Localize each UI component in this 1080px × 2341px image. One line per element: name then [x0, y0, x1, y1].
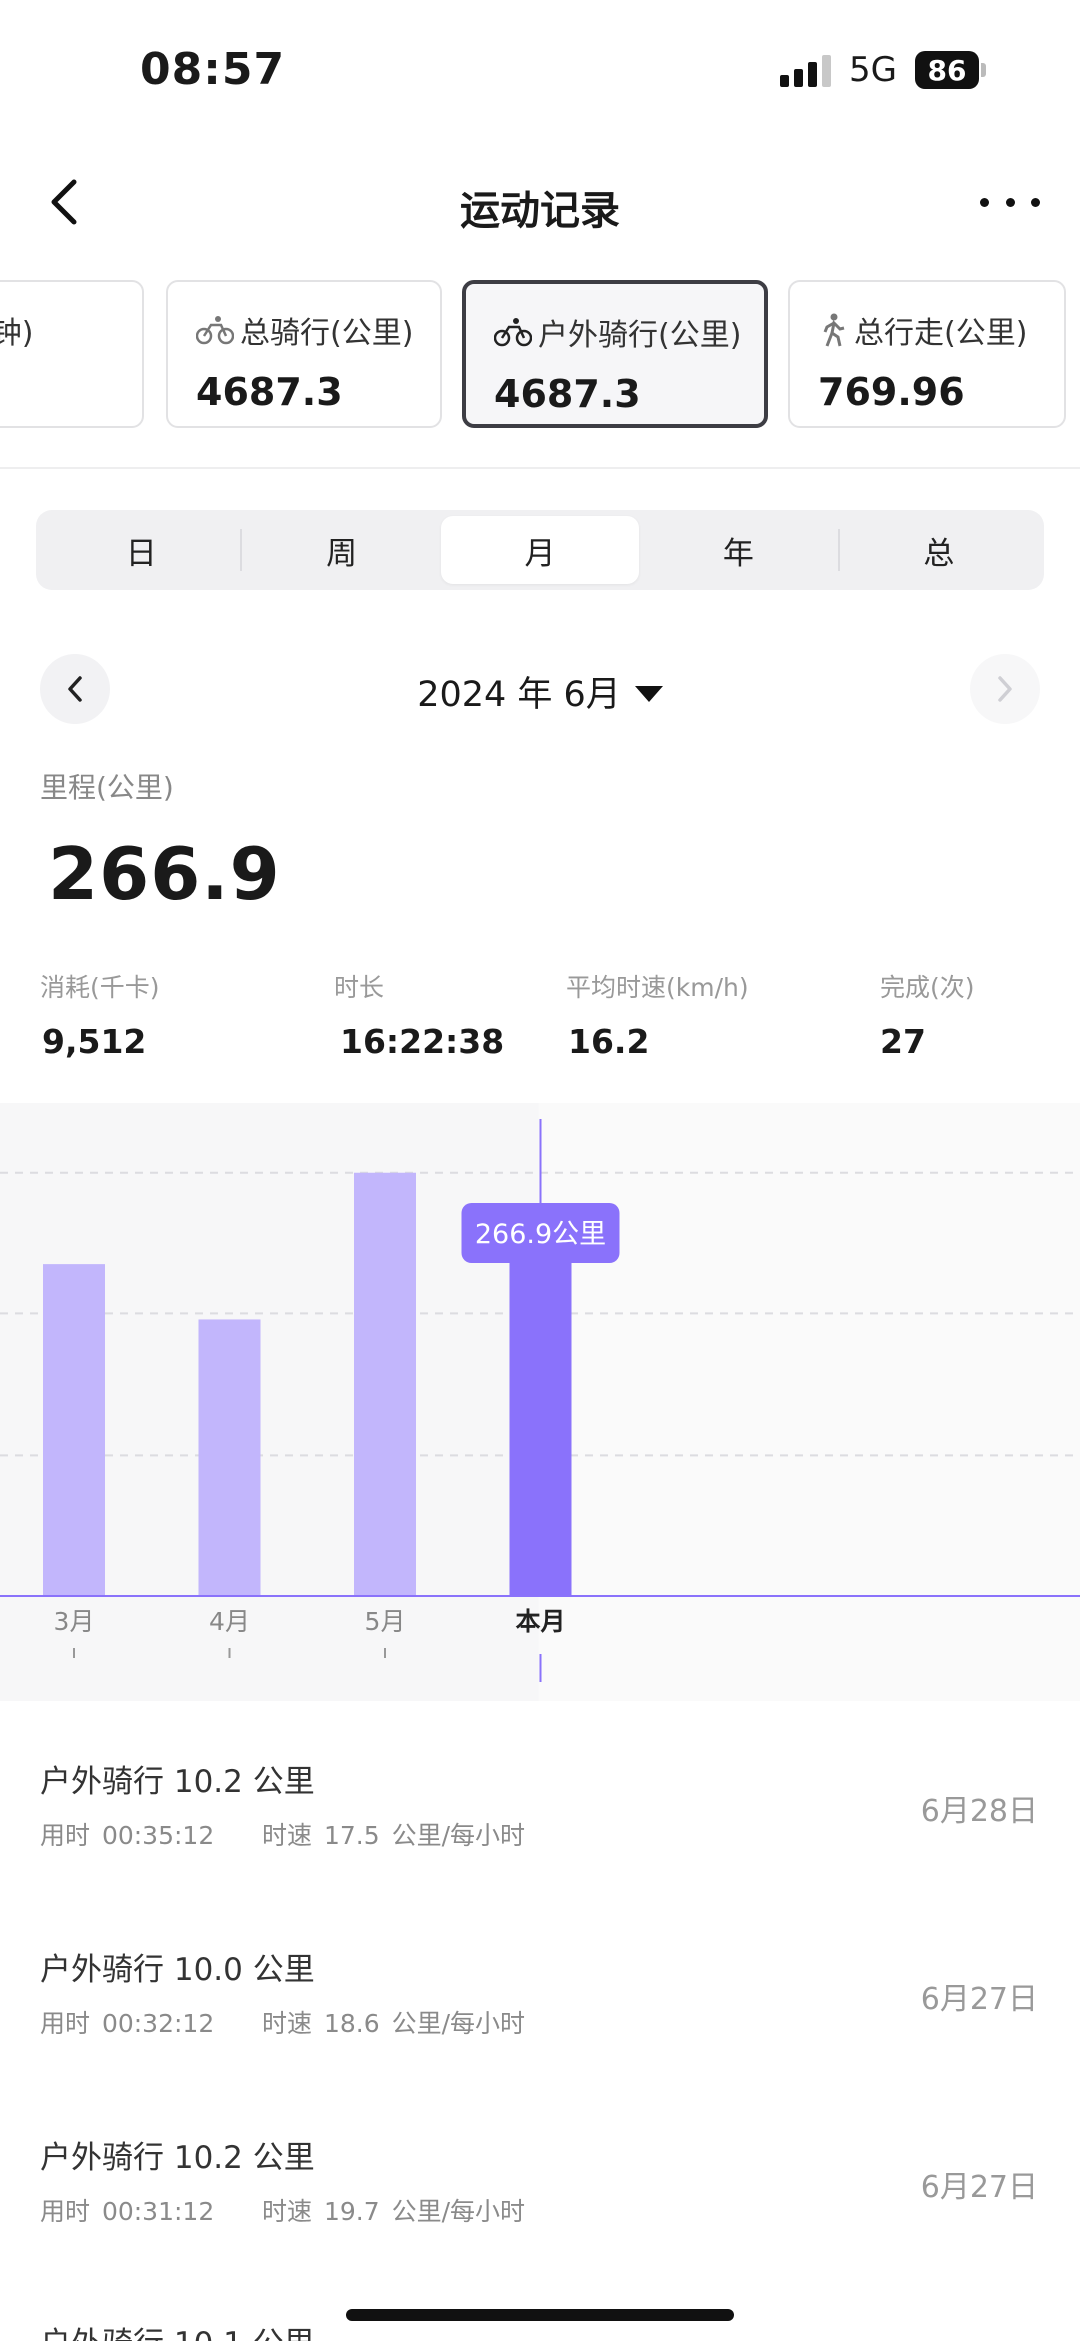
card-label: 户外骑行(公里): [538, 318, 742, 353]
card-value: 4687.3: [494, 372, 641, 416]
battery-level: 86: [915, 51, 979, 89]
summary-card-outdoor-ride[interactable]: 户外骑行(公里) 4687.3: [462, 280, 768, 428]
stat-value-completed: 27: [880, 1022, 926, 1061]
caret-down-icon: [634, 685, 663, 702]
status-time: 08:57: [140, 44, 286, 95]
chart-tick-label: 5月: [365, 1607, 406, 1636]
status-icons: 5G 86: [780, 50, 986, 90]
stat-label-avg-speed: 平均时速(km/h): [566, 973, 749, 1002]
record-date: 6月27日: [920, 2170, 1038, 2205]
stat-label-duration: 时长: [334, 973, 385, 1002]
page-title: 运动记录: [460, 188, 620, 234]
chevron-right-icon: [998, 676, 1012, 702]
card-value: 0: [0, 370, 142, 414]
home-indicator: [346, 2309, 734, 2321]
summary-card-total-walk[interactable]: 总行走(公里) 769.96: [788, 280, 1066, 428]
card-label: 总行走(公里): [854, 316, 1028, 351]
mileage-chart[interactable]: 3月 4月 5月 本月 266.9公里: [0, 1103, 1080, 1701]
more-dot-icon: [980, 197, 989, 207]
stat-label-completed: 完成(次): [880, 973, 975, 1002]
chart-future-area: [538, 1103, 1080, 1701]
walk-icon: [823, 313, 845, 347]
chart-bar: [509, 1252, 572, 1596]
chart-tick-label: 3月: [54, 1607, 95, 1636]
record-date: 6月27日: [920, 1982, 1038, 2017]
card-value: 4687.3: [196, 370, 343, 414]
record-item[interactable]: 户外骑行 10.0 公里 用时 00:32:12 时速 18.6 公里/每小时 …: [0, 1944, 1080, 2132]
tab-total[interactable]: 总: [840, 516, 1038, 584]
date-label: 2024 年 6月: [417, 675, 621, 715]
card-label: 运动(分钟): [0, 316, 34, 351]
record-title: 户外骑行 10.1 公里: [40, 2318, 315, 2341]
metric-value: 266.9: [48, 832, 281, 916]
record-speed: 时速 17.5 公里/每小时: [262, 1821, 526, 1850]
divider: [0, 467, 1080, 469]
record-title: 户外骑行 10.0 公里: [40, 1952, 315, 1988]
chart-bar: [354, 1172, 416, 1596]
record-item[interactable]: 户外骑行 10.1 公里: [0, 2318, 1080, 2341]
record-speed: 时速 19.7 公里/每小时: [262, 2197, 526, 2226]
next-period-button[interactable]: [970, 654, 1040, 724]
record-date: 6月28日: [920, 1794, 1038, 1829]
record-speed: 时速 18.6 公里/每小时: [262, 2009, 526, 2038]
chart-tick-label: 本月: [515, 1607, 565, 1636]
record-duration: 用时 00:32:12: [40, 2009, 215, 2038]
stat-value-avg-speed: 16.2: [568, 1022, 650, 1061]
stat-label-calories: 消耗(千卡): [40, 973, 160, 1002]
record-title: 户外骑行 10.2 公里: [40, 2140, 315, 2176]
stat-value-duration: 16:22:38: [340, 1022, 505, 1061]
card-label: 总骑行(公里): [240, 316, 414, 351]
record-item[interactable]: 户外骑行 10.2 公里 用时 00:35:12 时速 17.5 公里/每小时 …: [0, 1756, 1080, 1944]
record-duration: 用时 00:35:12: [40, 1821, 215, 1850]
card-value: 769.96: [818, 370, 965, 414]
chart-bar: [43, 1264, 105, 1596]
more-button[interactable]: [980, 182, 1040, 222]
stat-value-calories: 9,512: [42, 1022, 147, 1061]
chart-tooltip-text: 266.9公里: [475, 1219, 606, 1250]
tab-day[interactable]: 日: [42, 516, 240, 584]
bike-icon: [494, 318, 532, 347]
tab-month[interactable]: 月: [440, 516, 640, 584]
period-tabs: 日 周 月 年 总: [36, 510, 1044, 590]
chart-tick-label: 4月: [209, 1607, 250, 1636]
record-title: 户外骑行 10.2 公里: [40, 1764, 315, 1800]
record-item[interactable]: 户外骑行 10.2 公里 用时 00:31:12 时速 19.7 公里/每小时 …: [0, 2132, 1080, 2320]
metric-label: 里程(公里): [40, 771, 174, 804]
tab-year[interactable]: 年: [639, 516, 837, 584]
tab-week[interactable]: 周: [242, 516, 440, 584]
chart-bar: [198, 1319, 261, 1596]
summary-cards: 运动(分钟) 0 总骑行(公里) 4687.3 户外骑行(公里) 4687.3 …: [0, 278, 1080, 430]
summary-card-exercise[interactable]: 运动(分钟) 0: [0, 280, 144, 428]
more-dot-icon: [1005, 197, 1015, 207]
bike-icon: [196, 316, 234, 345]
signal-icon: [780, 53, 832, 87]
date-selector[interactable]: 2024 年 6月: [0, 666, 1080, 717]
record-duration: 用时 00:31:12: [40, 2197, 215, 2226]
battery-icon: 86: [915, 51, 986, 89]
more-dot-icon: [1031, 197, 1040, 207]
network-type: 5G: [849, 50, 897, 90]
summary-card-total-ride[interactable]: 总骑行(公里) 4687.3: [166, 280, 442, 428]
